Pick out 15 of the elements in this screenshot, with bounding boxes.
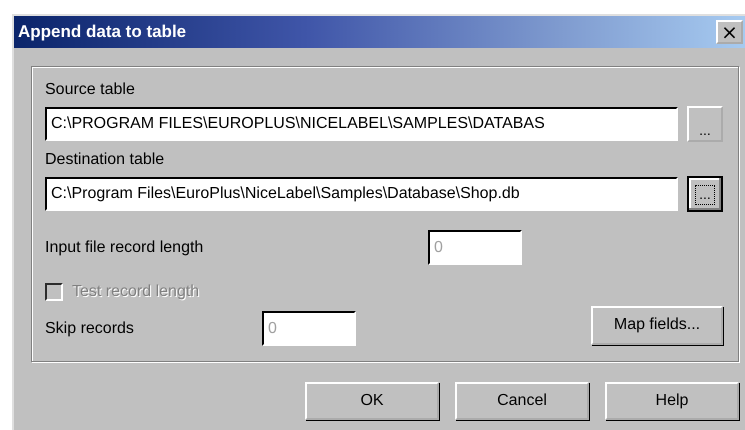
path-field[interactable]: C:\PROGRAM FILES\EUROPLUS\NICELABEL\SAMPLES\DATABAS (45, 107, 678, 141)
browse-button[interactable]: ... (687, 106, 723, 142)
field-label: Input file record length (45, 238, 204, 256)
field-label: Skip records (45, 320, 135, 338)
field-label: Source table (45, 80, 135, 100)
close-button[interactable]: × (716, 20, 743, 44)
path-field[interactable]: C:\Program Files\EuroPlus\NiceLabel\Samples\Database\Shop.db (45, 177, 678, 211)
field-label: Destination table (45, 150, 164, 170)
dialog-button[interactable]: Help (605, 382, 739, 420)
browse-button[interactable]: ... (687, 176, 723, 212)
map-fields-button[interactable]: Map fields... (591, 306, 723, 344)
window-title: Append data to table (18, 22, 186, 42)
dialog-button[interactable]: Cancel (455, 382, 589, 420)
dialog-button[interactable]: OK (305, 382, 439, 420)
checkbox-label: Test record length (72, 283, 200, 301)
